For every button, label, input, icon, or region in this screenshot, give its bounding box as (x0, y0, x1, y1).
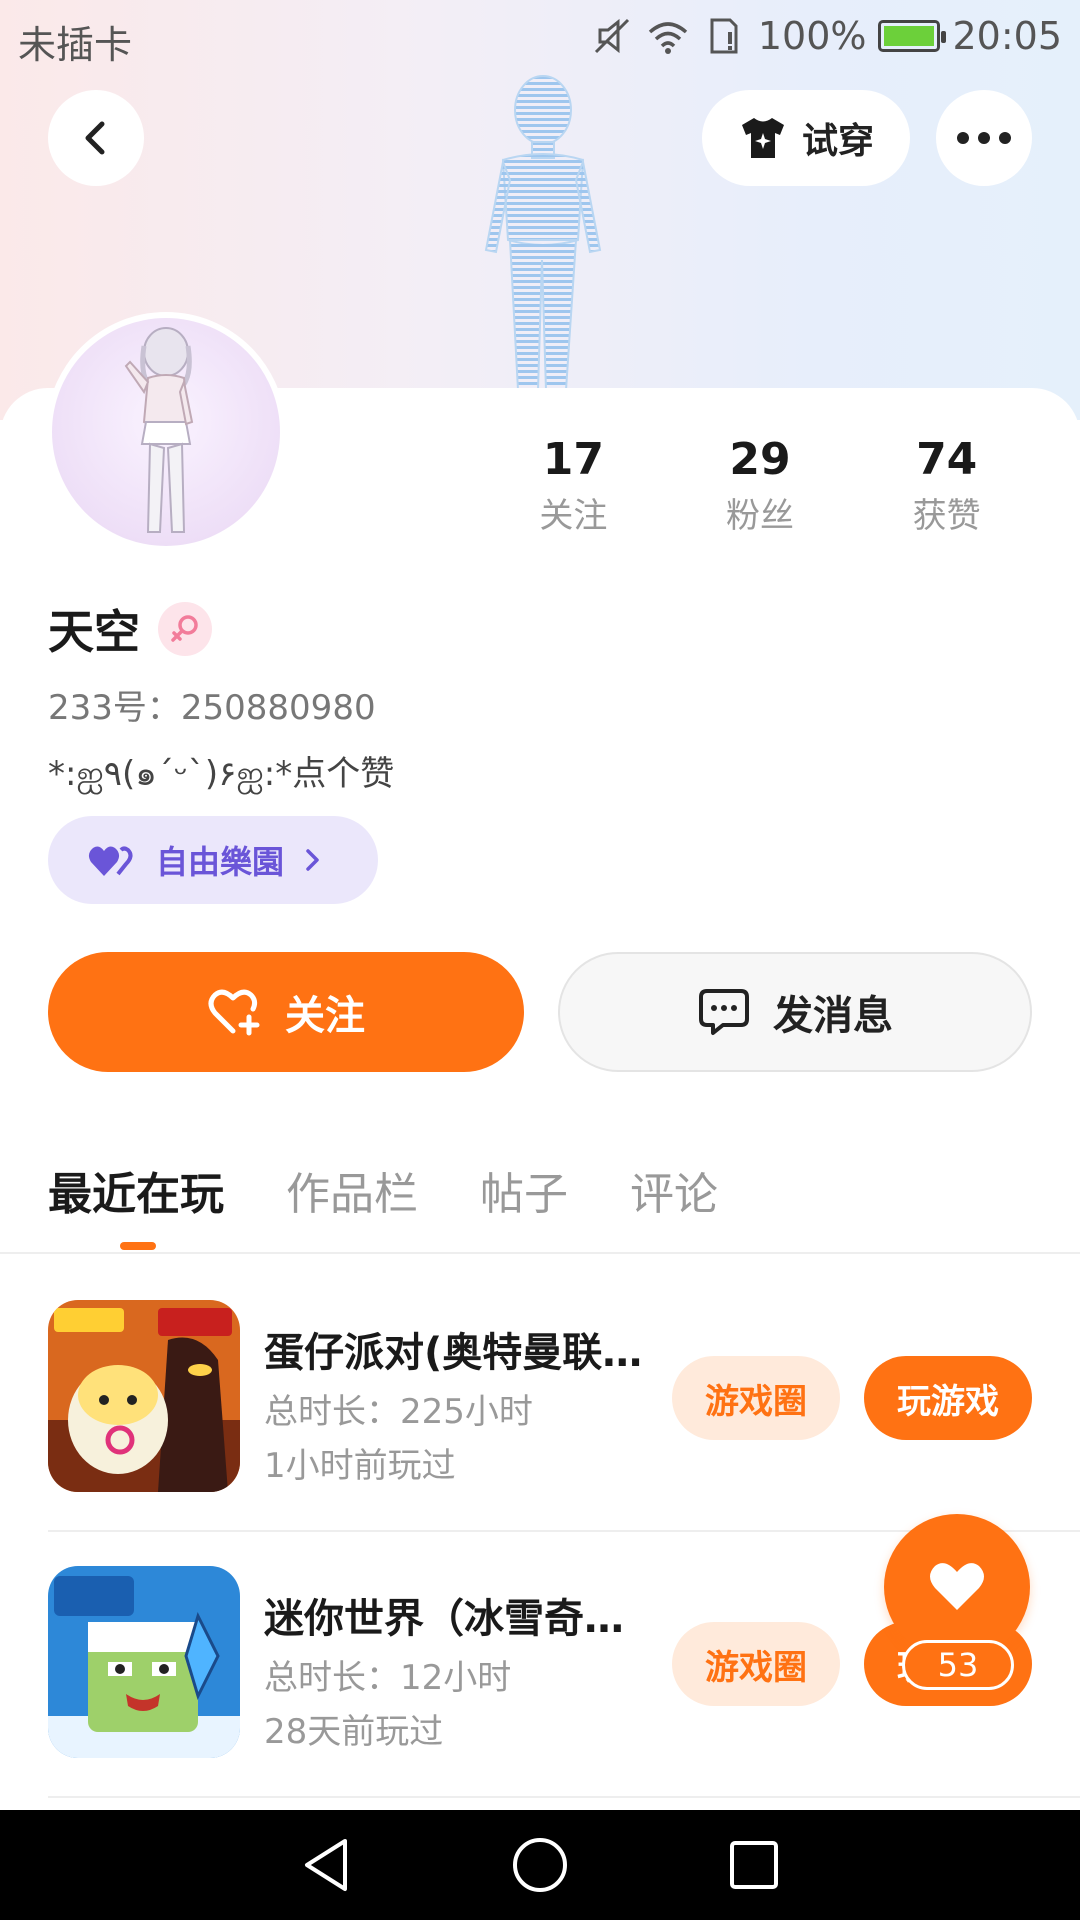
clock-time: 20:05 (952, 14, 1062, 58)
stat-following-label: 关注 (539, 496, 608, 536)
more-dots-icon (957, 132, 1011, 144)
nav-back-button[interactable] (294, 1833, 358, 1897)
tab-works[interactable]: 作品栏 (286, 1158, 418, 1222)
send-message-button[interactable]: 发消息 (558, 952, 1032, 1072)
avatar-figure-hologram (484, 75, 602, 390)
message-label: 发消息 (773, 993, 893, 1039)
profile-tabs: 最近在玩 作品栏 帖子 评论 (48, 1158, 718, 1222)
user-id: 233号：250880980 (48, 688, 376, 728)
more-options-button[interactable] (936, 90, 1032, 186)
battery-icon (878, 20, 947, 52)
stat-likes-value: 74 (916, 434, 978, 485)
game-total-duration: 总时长：225小时 (264, 1392, 533, 1432)
row-divider (48, 1796, 1080, 1798)
profile-stats: 17 关注 29 粉丝 74 获赞 (480, 432, 1040, 542)
tab-posts[interactable]: 帖子 (480, 1158, 568, 1222)
stat-following[interactable]: 17 关注 (480, 432, 667, 542)
tab-comments[interactable]: 评论 (630, 1158, 718, 1222)
carrier-text: 未插卡 (18, 23, 133, 67)
game-total-duration: 总时长：12小时 (264, 1658, 512, 1698)
battery-percent: 100% (757, 14, 867, 58)
shirt-icon (741, 118, 784, 158)
avatar-character-image (124, 327, 194, 533)
female-gender-icon (158, 602, 212, 656)
stat-likes-label: 获赞 (912, 496, 981, 536)
chevron-right-icon (306, 849, 319, 871)
game-last-played: 28天前玩过 (264, 1712, 444, 1752)
game-title: 迷你世界（冰雪奇… (264, 1596, 624, 1642)
stat-fans-label: 粉丝 (726, 496, 794, 536)
game-last-played: 1小时前玩过 (264, 1446, 456, 1486)
active-tab-indicator (120, 1242, 156, 1250)
follow-button[interactable]: 关注 (48, 952, 524, 1072)
heart-icon (930, 1563, 984, 1610)
circle-home-icon (513, 1838, 567, 1892)
game-circle-button[interactable]: 游戏圈 (672, 1356, 840, 1440)
stat-fans[interactable]: 29 粉丝 (667, 432, 854, 542)
game-circle-button[interactable]: 游戏圈 (672, 1622, 840, 1706)
back-button[interactable] (48, 90, 144, 186)
double-heart-icon (88, 846, 133, 876)
profile-bio: *:ஐ٩(๑´ᵕ`)۶ஐ:*点个赞 (48, 754, 395, 794)
tab-recently-played[interactable]: 最近在玩 (48, 1158, 224, 1222)
like-button[interactable] (884, 1514, 1030, 1660)
game-icon-eggy-party[interactable] (48, 1300, 240, 1492)
mute-icon (594, 18, 629, 54)
square-recents-icon (730, 1841, 778, 1889)
play-game-button[interactable]: 玩游戏 (864, 1356, 1032, 1440)
profile-name: 天空 (48, 605, 140, 659)
triangle-back-icon (305, 1839, 347, 1891)
try-on-label: 试穿 (801, 121, 874, 162)
game-icon-mini-world[interactable] (48, 1566, 240, 1758)
system-navigation-bar (0, 1810, 1080, 1920)
avatar[interactable] (46, 312, 286, 552)
heart-plus-icon (208, 989, 260, 1036)
club-label: 自由樂園 (156, 843, 285, 881)
chat-bubble-icon (699, 989, 749, 1035)
status-bar: 未插卡 100% 20:05 (0, 0, 1080, 72)
try-on-button[interactable]: 试穿 (702, 90, 910, 186)
like-count-badge: 53 (902, 1640, 1014, 1690)
club-badge[interactable]: 自由樂園 (48, 816, 378, 904)
tabs-divider (0, 1252, 1080, 1254)
stat-following-value: 17 (542, 434, 604, 485)
stat-fans-value: 29 (729, 434, 791, 485)
nav-home-button[interactable] (508, 1833, 572, 1897)
chevron-left-icon (85, 121, 105, 155)
game-title: 蛋仔派对(奥特曼联… (264, 1330, 643, 1376)
follow-label: 关注 (285, 993, 365, 1039)
sim-icon (710, 18, 738, 54)
wifi-icon (648, 22, 688, 54)
nav-recents-button[interactable] (722, 1833, 786, 1897)
name-row: 天空 (48, 596, 212, 662)
stat-likes[interactable]: 74 获赞 (853, 432, 1040, 542)
